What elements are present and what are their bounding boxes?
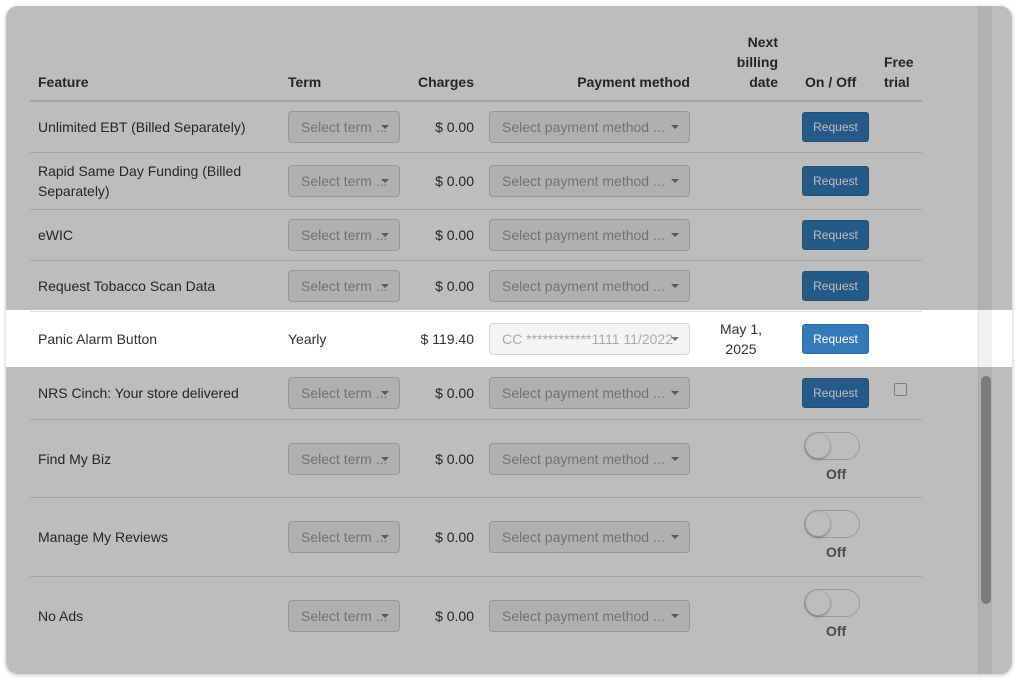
term-select[interactable]: Select term ...	[288, 270, 400, 302]
charges-value: $ 0.00	[435, 278, 474, 294]
charges-value: $ 0.00	[435, 529, 474, 545]
chevron-down-icon	[671, 337, 679, 341]
request-button[interactable]: Request	[802, 378, 869, 408]
toggle-state-label: Off	[826, 465, 847, 482]
term-select[interactable]: Select term ...	[288, 219, 400, 251]
table-row: NRS Cinch: Your store delivered Select t…	[30, 367, 922, 420]
header-free-trial: Free trial	[884, 54, 914, 90]
feature-name: Request Tobacco Scan Data	[38, 278, 216, 294]
feature-name: NRS Cinch: Your store delivered	[38, 385, 239, 401]
payment-method-select[interactable]: Select payment method ...	[489, 165, 690, 197]
feature-name: Find My Biz	[38, 450, 112, 467]
request-button[interactable]: Request	[802, 112, 869, 142]
chevron-down-icon	[381, 284, 389, 288]
chevron-down-icon	[381, 233, 389, 237]
chevron-down-icon	[671, 391, 679, 395]
toggle-state-label: Off	[826, 544, 847, 560]
feature-toggle[interactable]: Off	[804, 589, 868, 643]
term-value: Yearly	[288, 331, 327, 347]
free-trial-checkbox[interactable]	[894, 383, 907, 396]
toggle-knob	[806, 591, 830, 615]
payment-method-select[interactable]: Select payment method ...	[489, 111, 690, 143]
term-select[interactable]: Select term ...	[288, 521, 400, 553]
chevron-down-icon	[381, 535, 389, 539]
table-row: Manage My Reviews Select term ... $ 0.00…	[30, 498, 922, 577]
header-payment-method: Payment method	[577, 74, 690, 90]
payment-method-select[interactable]: Select payment method ...	[489, 219, 690, 251]
table-row: Unlimited EBT (Billed Separately) Select…	[30, 102, 922, 153]
feature-name: No Ads	[38, 608, 84, 624]
feature-name: Unlimited EBT (Billed Separately)	[38, 119, 246, 135]
header-feature: Feature	[38, 74, 89, 90]
feature-name: Panic Alarm Button	[38, 331, 158, 347]
charges-value: $ 119.40	[420, 331, 474, 347]
features-table: Feature Term Charges Payment method Next…	[30, 6, 922, 655]
chevron-down-icon	[381, 391, 389, 395]
header-charges: Charges	[417, 74, 474, 90]
scrollbar-track[interactable]	[978, 6, 992, 674]
payment-method-select[interactable]: CC ************1111 11/2022	[489, 323, 690, 355]
request-button[interactable]: Request	[802, 220, 869, 250]
toggle-switch[interactable]	[804, 431, 860, 460]
table-row: eWIC Select term ... $ 0.00 Select payme…	[30, 210, 922, 261]
payment-method-select[interactable]: Select payment method ...	[489, 600, 690, 632]
feature-name: Manage My Reviews	[38, 529, 168, 545]
request-button[interactable]: Request	[802, 166, 869, 196]
chevron-down-icon	[671, 233, 679, 237]
toggle-state-label: Off	[826, 623, 847, 639]
next-billing-date: May 1, 2025	[719, 321, 762, 357]
chevron-down-icon	[671, 284, 679, 288]
term-select[interactable]: Select term ...	[288, 442, 400, 475]
payment-method-select[interactable]: Select payment method ...	[489, 521, 690, 553]
payment-method-select[interactable]: Select payment method ...	[489, 270, 690, 302]
toggle-switch[interactable]	[804, 589, 860, 617]
chevron-down-icon	[671, 125, 679, 129]
chevron-down-icon	[671, 614, 679, 618]
chevron-down-icon	[381, 125, 389, 129]
charges-value: $ 0.00	[435, 608, 474, 624]
term-select[interactable]: Select term ...	[288, 165, 400, 197]
header-term: Term	[288, 74, 322, 90]
charges-value: $ 0.00	[435, 450, 474, 467]
request-button[interactable]: Request	[802, 271, 869, 301]
table-row: Rapid Same Day Funding (Billed Separatel…	[30, 153, 922, 210]
features-panel: Feature Term Charges Payment method Next…	[6, 6, 1012, 674]
chevron-down-icon	[381, 614, 389, 618]
chevron-down-icon	[381, 179, 389, 183]
header-next-billing-date: Next billing date	[736, 34, 778, 90]
charges-value: $ 0.00	[435, 227, 474, 243]
charges-value: $ 0.00	[435, 173, 474, 189]
table-row: No Ads Select term ... $ 0.00 Select pay…	[30, 577, 922, 655]
term-select[interactable]: Select term ...	[288, 600, 400, 632]
feature-name: eWIC	[38, 227, 73, 243]
header-on-off: On / Off	[805, 74, 857, 90]
table-row-highlighted: Panic Alarm Button Yearly $ 119.40 CC **…	[30, 312, 922, 367]
charges-value: $ 0.00	[435, 119, 474, 135]
feature-name: Rapid Same Day Funding (Billed Separatel…	[38, 163, 242, 199]
term-select[interactable]: Select term ...	[288, 111, 400, 143]
payment-method-select[interactable]: Select payment method ...	[489, 442, 690, 475]
chevron-down-icon	[671, 179, 679, 183]
chevron-down-icon	[671, 535, 679, 539]
table-header: Feature Term Charges Payment method Next…	[30, 6, 922, 102]
request-button[interactable]: Request	[802, 324, 869, 354]
term-select[interactable]: Select term ...	[288, 377, 400, 409]
chevron-down-icon	[381, 456, 389, 461]
chevron-down-icon	[671, 456, 679, 461]
table-row: Find My Biz Select term ... $ 0.00 Selec…	[30, 420, 922, 498]
feature-toggle[interactable]: Off	[804, 510, 868, 564]
table-row: Request Tobacco Scan Data Select term ..…	[30, 261, 922, 312]
payment-method-select[interactable]: Select payment method ...	[489, 377, 690, 409]
feature-toggle[interactable]: Off	[804, 431, 868, 486]
charges-value: $ 0.00	[435, 385, 474, 401]
toggle-knob	[806, 433, 830, 458]
scrollbar-thumb[interactable]	[981, 376, 991, 604]
toggle-switch[interactable]	[804, 510, 860, 538]
toggle-knob	[806, 512, 830, 536]
